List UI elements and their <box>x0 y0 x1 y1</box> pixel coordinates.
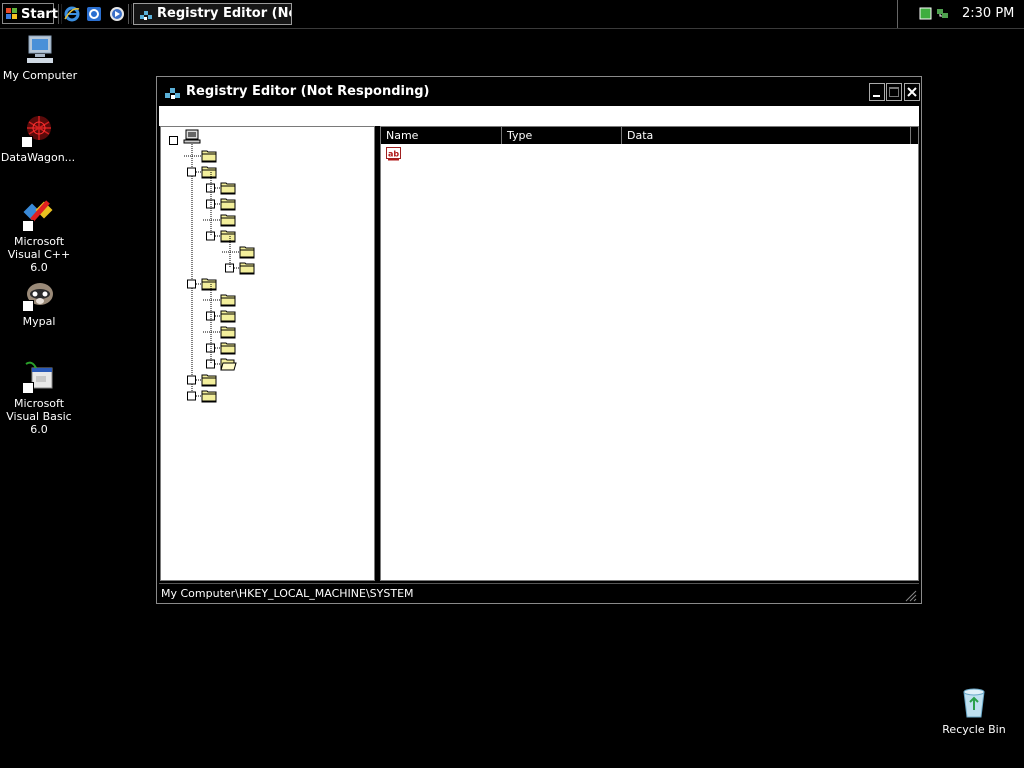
desktop-icon-label: Microsoft Visual C++ 6.0 <box>7 235 71 274</box>
desktop-icon-datawagon[interactable]: DataWagon... <box>0 114 78 164</box>
tree-expander[interactable] <box>169 136 178 145</box>
svg-text:ab: ab <box>388 150 399 159</box>
folder-icon[interactable] <box>201 390 217 403</box>
desktop-icon-visual-basic[interactable]: Microsoft Visual Basic 6.0 <box>0 360 79 436</box>
folder-icon[interactable] <box>220 326 236 339</box>
registry-tree-pane[interactable] <box>160 126 375 581</box>
folder-icon[interactable] <box>220 342 236 355</box>
computer-icon <box>183 129 201 144</box>
shortcut-arrow-icon <box>22 220 34 232</box>
registry-editor-icon <box>140 11 152 20</box>
folder-icon[interactable] <box>201 374 217 387</box>
desktop-icon-label: My Computer <box>2 69 78 82</box>
tree-expander[interactable] <box>206 231 215 241</box>
minimize-button[interactable] <box>869 83 885 101</box>
maximize-button[interactable] <box>886 83 902 101</box>
folder-icon[interactable] <box>201 150 217 163</box>
taskbar-button-label: Registry Editor (No... <box>157 6 291 21</box>
folder-icon[interactable] <box>239 262 255 275</box>
close-icon <box>907 87 917 97</box>
menu-bar[interactable] <box>159 106 919 126</box>
tree-expander[interactable] <box>187 167 196 177</box>
taskbar-separator <box>58 4 62 24</box>
media-player-icon[interactable] <box>108 5 126 23</box>
column-header-type[interactable]: Type <box>502 127 622 144</box>
taskbar: Start Registry Editor (No... 2 <box>0 0 1024 29</box>
registry-editor-window[interactable]: Registry Editor (Not Responding) Name Ty… <box>156 76 922 604</box>
folder-icon[interactable] <box>220 182 236 195</box>
close-button[interactable] <box>904 83 920 101</box>
column-header-data[interactable]: Data <box>622 127 911 144</box>
desktop-icon-recycle-bin[interactable]: Recycle Bin <box>934 686 1014 736</box>
title-bar[interactable]: Registry Editor (Not Responding) <box>159 79 920 105</box>
taskbar-separator <box>128 4 132 24</box>
internet-explorer-icon[interactable] <box>63 5 81 23</box>
shortcut-arrow-icon <box>21 136 33 148</box>
recycle-bin-icon <box>963 688 985 718</box>
registry-editor-icon <box>165 88 180 99</box>
start-button[interactable]: Start <box>2 3 58 24</box>
maximize-icon <box>889 87 899 97</box>
system-tray: 2:30 PM <box>897 0 1024 28</box>
my-computer-icon <box>27 35 53 63</box>
shortcut-arrow-icon <box>22 382 34 394</box>
folder-icon[interactable] <box>201 166 217 179</box>
tree-expander[interactable] <box>187 279 196 289</box>
desktop-icon-label: Mypal <box>22 315 56 328</box>
folder-icon[interactable] <box>220 310 236 323</box>
folder-icon[interactable] <box>220 214 236 227</box>
desktop-icon-label: Microsoft Visual Basic 6.0 <box>6 397 72 436</box>
folder-open-icon[interactable] <box>220 358 237 371</box>
folder-icon[interactable] <box>220 198 236 211</box>
folder-icon[interactable] <box>239 246 255 259</box>
string-value-icon: ab <box>386 147 401 161</box>
list-item[interactable]: ab <box>385 146 403 162</box>
tree-expander[interactable] <box>187 391 196 401</box>
windows-logo-icon <box>6 8 17 19</box>
column-header-name[interactable]: Name <box>381 127 502 144</box>
network-icon[interactable] <box>936 7 949 20</box>
resize-grip-icon[interactable] <box>903 588 917 602</box>
desktop-icon-label: Recycle Bin <box>942 723 1006 736</box>
tray-status-icon[interactable] <box>919 7 932 20</box>
registry-tree[interactable] <box>161 127 374 580</box>
tree-expander[interactable] <box>225 263 234 273</box>
window-title: Registry Editor (Not Responding) <box>186 84 430 99</box>
desktop-icon-label: DataWagon... <box>0 151 76 164</box>
outlook-express-icon[interactable] <box>85 5 103 23</box>
status-bar: My Computer\HKEY_LOCAL_MACHINE\SYSTEM <box>159 583 919 603</box>
folder-icon[interactable] <box>220 294 236 307</box>
desktop-icon-my-computer[interactable]: My Computer <box>0 32 80 82</box>
status-path: My Computer\HKEY_LOCAL_MACHINE\SYSTEM <box>161 587 414 600</box>
tree-expander[interactable] <box>206 359 215 369</box>
start-label: Start <box>21 7 58 22</box>
minimize-icon <box>873 95 880 97</box>
desktop-icon-visual-cpp[interactable]: Microsoft Visual C++ 6.0 <box>0 198 79 274</box>
list-header: Name Type Data <box>381 127 918 144</box>
taskbar-button-registry-editor[interactable]: Registry Editor (No... <box>133 3 292 25</box>
registry-values-pane[interactable]: Name Type Data ab <box>380 126 919 581</box>
shortcut-arrow-icon <box>22 300 34 312</box>
desktop-icon-mypal[interactable]: Mypal <box>0 278 79 328</box>
clock[interactable]: 2:30 PM <box>962 6 1014 21</box>
folder-icon[interactable] <box>201 278 217 291</box>
tree-expander[interactable] <box>187 375 196 385</box>
folder-icon[interactable] <box>220 230 236 243</box>
